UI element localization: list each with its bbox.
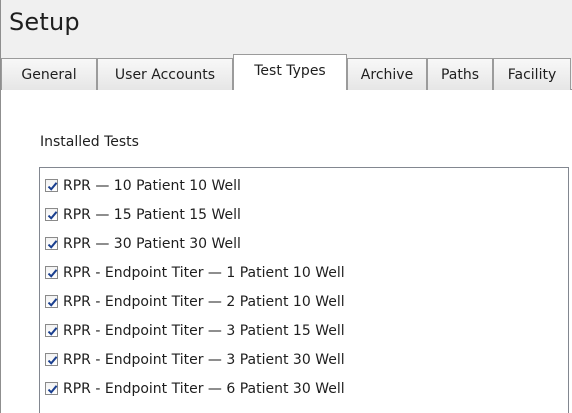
test-label: RPR — 15 Patient 15 Well [63,206,241,223]
test-checkbox[interactable] [45,353,58,366]
checkmark-icon [47,211,58,220]
test-checkbox[interactable] [45,179,58,192]
tab-user-accounts[interactable]: User Accounts [97,58,233,90]
test-label: RPR — 30 Patient 30 Well [63,235,241,252]
test-checkbox[interactable] [45,295,58,308]
tab-general[interactable]: General [1,58,97,90]
test-label: RPR - Endpoint Titer — 3 Patient 15 Well [63,322,345,339]
test-label: RPR - Endpoint Titer — 3 Patient 30 Well [63,351,345,368]
test-label: RPR - Endpoint Titer — 2 Patient 10 Well [63,293,345,310]
test-checkbox[interactable] [45,208,58,221]
test-checkbox[interactable] [45,237,58,250]
tab-facility[interactable]: Facility [493,58,571,90]
list-item[interactable]: RPR - Endpoint Titer — 6 Patient 30 Well [45,377,345,400]
test-checkbox[interactable] [45,382,58,395]
list-item[interactable]: RPR - Endpoint Titer — 3 Patient 30 Well [45,348,345,371]
checkmark-icon [47,327,58,336]
checkmark-icon [47,356,58,365]
list-item[interactable]: RPR — 15 Patient 15 Well [45,203,241,226]
test-checkbox[interactable] [45,266,58,279]
installed-tests-label: Installed Tests [40,134,139,150]
checkmark-icon [47,182,58,191]
list-item[interactable]: RPR - Endpoint Titer — 1 Patient 10 Well [45,261,345,284]
tab-paths[interactable]: Paths [427,58,493,90]
setup-window: Setup General User Accounts Test Types A… [0,0,572,413]
list-item[interactable]: RPR — 10 Patient 10 Well [45,174,241,197]
title-bar: Setup [1,0,572,52]
checkmark-icon [47,298,58,307]
test-label: RPR - Endpoint Titer — 1 Patient 10 Well [63,264,345,281]
window-title: Setup [9,8,80,36]
list-item[interactable]: RPR — 30 Patient 30 Well [45,232,241,255]
list-item[interactable]: RPR - Endpoint Titer — 3 Patient 15 Well [45,319,345,342]
checkmark-icon [47,240,58,249]
list-item[interactable]: RPR - Endpoint Titer — 2 Patient 10 Well [45,290,345,313]
checkmark-icon [47,269,58,278]
tab-test-types[interactable]: Test Types [233,54,347,90]
test-checkbox[interactable] [45,324,58,337]
test-label: RPR - Endpoint Titer — 6 Patient 30 Well [63,380,345,397]
installed-tests-list[interactable]: RPR — 10 Patient 10 Well RPR — 15 Patien… [39,167,569,413]
tab-archive[interactable]: Archive [347,58,427,90]
checkmark-icon [47,385,58,394]
test-label: RPR — 10 Patient 10 Well [63,177,241,194]
